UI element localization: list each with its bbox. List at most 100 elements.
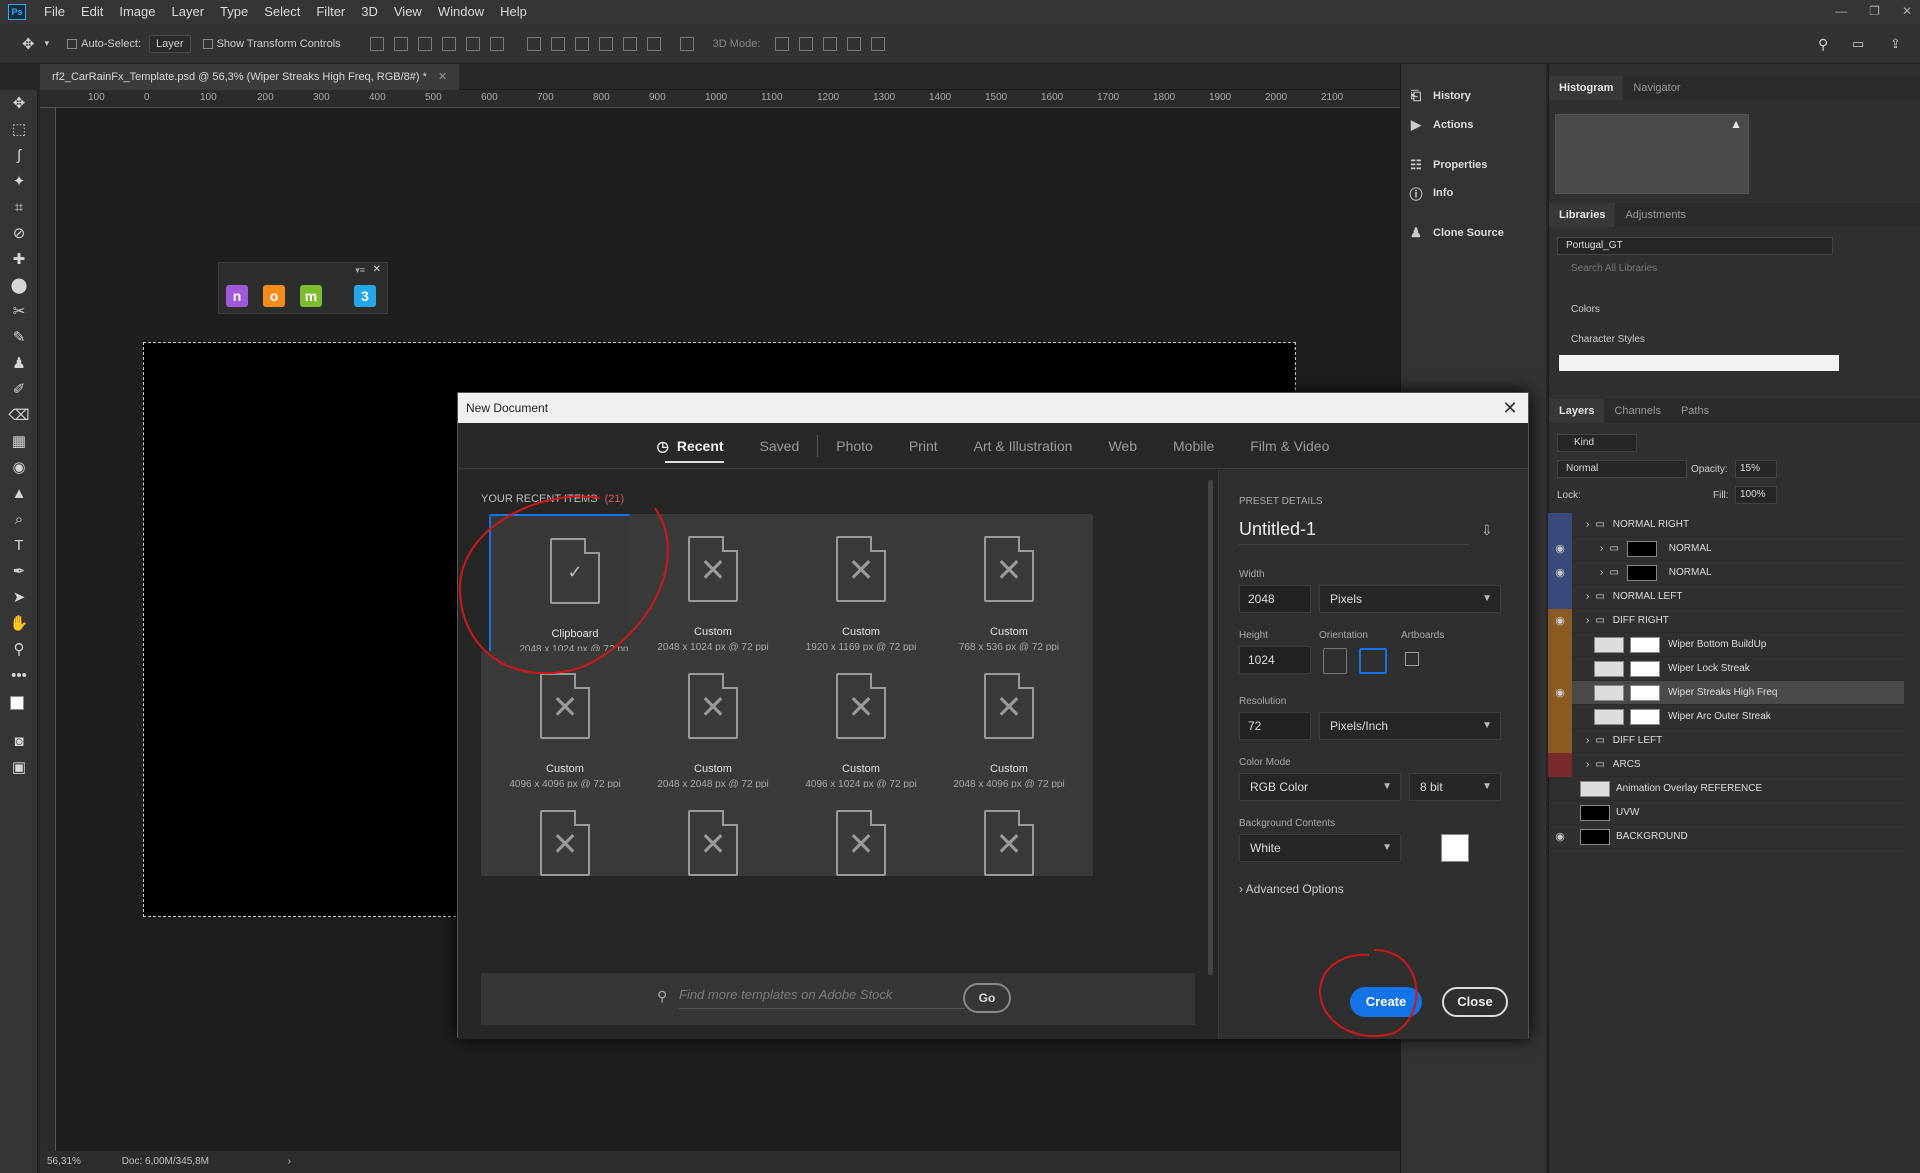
distribute-center-icon[interactable] bbox=[622, 36, 637, 51]
tab-web[interactable]: Web bbox=[1090, 423, 1155, 469]
tab-art-illustration[interactable]: Art & Illustration bbox=[956, 423, 1091, 469]
recent-preset-card[interactable]: ✕ bbox=[925, 788, 1093, 876]
distribute-middle-icon[interactable] bbox=[550, 36, 565, 51]
auto-select-dropdown[interactable]: Layer bbox=[149, 34, 191, 53]
auto-align-icon[interactable] bbox=[679, 36, 694, 51]
layer-row[interactable]: › ▭ ARCS bbox=[1548, 752, 1904, 777]
visibility-toggle[interactable] bbox=[1548, 704, 1572, 729]
close-tab-icon[interactable]: ✕ bbox=[438, 71, 447, 83]
plugin-button-m[interactable]: m bbox=[300, 285, 322, 307]
width-input[interactable]: 2048 bbox=[1239, 585, 1311, 613]
align-right-icon[interactable] bbox=[489, 36, 504, 51]
drag-3d-icon[interactable] bbox=[823, 36, 838, 51]
distribute-top-icon[interactable] bbox=[526, 36, 541, 51]
stock-search-input[interactable]: Find more templates on Adobe Stock bbox=[679, 987, 965, 1009]
layer-mask-thumbnail[interactable] bbox=[1630, 660, 1660, 677]
crop-tool-icon[interactable]: ⌗ bbox=[0, 194, 38, 220]
tab-print[interactable]: Print bbox=[891, 423, 956, 469]
distribute-bottom-icon[interactable] bbox=[574, 36, 589, 51]
menu-type[interactable]: Type bbox=[212, 0, 256, 24]
visibility-toggle[interactable] bbox=[1548, 801, 1572, 825]
eye-icon[interactable]: ◉ bbox=[1548, 825, 1572, 849]
marquee-tool-icon[interactable]: ⬚ bbox=[0, 116, 38, 142]
slice-tool-icon[interactable]: ✂ bbox=[0, 298, 38, 324]
tab-paths[interactable]: Paths bbox=[1671, 399, 1719, 423]
scale-3d-icon[interactable] bbox=[871, 36, 886, 51]
tab-film-video[interactable]: Film & Video bbox=[1232, 423, 1347, 469]
layer-row[interactable]: ◉ › ▭ DIFF RIGHT bbox=[1548, 608, 1904, 633]
sharpen-tool-icon[interactable]: ▲ bbox=[0, 480, 38, 506]
lasso-tool-icon[interactable]: ʃ bbox=[0, 142, 38, 168]
layer-mask-thumbnail[interactable] bbox=[1626, 564, 1657, 581]
patch-tool-icon[interactable]: ⬤ bbox=[0, 272, 38, 298]
layer-row[interactable]: Wiper Arc Outer Streak bbox=[1548, 704, 1904, 729]
dodge-tool-icon[interactable]: ⌕ bbox=[0, 506, 38, 532]
color-mode-select[interactable]: RGB Color ▼ bbox=[1239, 773, 1401, 801]
history-brush-tool-icon[interactable]: ✐ bbox=[0, 376, 38, 402]
panel-menu-icon[interactable]: ▾≡ bbox=[355, 265, 365, 276]
visibility-toggle[interactable] bbox=[1548, 777, 1572, 801]
library-select[interactable]: Portugal_GT bbox=[1557, 237, 1833, 255]
tab-recent[interactable]: ◷ Recent bbox=[639, 423, 742, 469]
tab-histogram[interactable]: Histogram bbox=[1549, 76, 1624, 100]
close-window-button[interactable]: ✕ bbox=[1902, 0, 1912, 22]
layer-row[interactable]: ◉ › ▭ NORMAL bbox=[1548, 536, 1904, 561]
chevron-right-icon[interactable]: › bbox=[1600, 567, 1603, 578]
menu-view[interactable]: View bbox=[386, 0, 430, 24]
opacity-input[interactable]: 15% bbox=[1735, 460, 1777, 478]
layer-mask-thumbnail[interactable] bbox=[1630, 684, 1660, 701]
share-icon[interactable]: ⇪ bbox=[1890, 36, 1901, 52]
foreground-color-swatch[interactable] bbox=[10, 696, 24, 710]
visibility-toggle[interactable] bbox=[1548, 752, 1572, 777]
distribute-left-icon[interactable] bbox=[598, 36, 613, 51]
align-left-icon[interactable] bbox=[441, 36, 456, 51]
colors-section[interactable]: Colors bbox=[1571, 304, 1600, 315]
align-top-icon[interactable] bbox=[369, 36, 384, 51]
tab-saved[interactable]: Saved bbox=[742, 423, 818, 469]
recent-preset-card[interactable]: ✕ bbox=[481, 788, 649, 876]
background-contents-select[interactable]: White ▼ bbox=[1239, 834, 1401, 862]
eraser-tool-icon[interactable]: ⌫ bbox=[0, 402, 38, 428]
tab-navigator[interactable]: Navigator bbox=[1623, 76, 1690, 100]
color-swatches[interactable] bbox=[0, 688, 37, 728]
blur-tool-icon[interactable]: ◉ bbox=[0, 454, 38, 480]
layer-row[interactable]: ◉ BACKGROUND bbox=[1548, 825, 1904, 849]
type-tool-icon[interactable]: T bbox=[0, 532, 38, 558]
chevron-right-icon[interactable]: › bbox=[1586, 735, 1589, 746]
screen-mode-icon[interactable]: ▣ bbox=[0, 754, 38, 780]
layer-thumbnail[interactable] bbox=[1594, 660, 1624, 677]
menu-filter[interactable]: Filter bbox=[308, 0, 353, 24]
workspace-icon[interactable]: ▭ bbox=[1852, 36, 1864, 52]
recent-preset-card[interactable]: ✕ Custom 1920 x 1169 px @ 72 ppi bbox=[777, 514, 945, 667]
tab-adjustments[interactable]: Adjustments bbox=[1615, 203, 1696, 227]
close-icon[interactable]: ✕ bbox=[373, 264, 381, 275]
menu-image[interactable]: Image bbox=[111, 0, 163, 24]
tab-libraries[interactable]: Libraries bbox=[1549, 203, 1616, 227]
align-center-icon[interactable] bbox=[465, 36, 480, 51]
save-preset-icon[interactable]: ⇩ bbox=[1481, 522, 1493, 539]
zoom-tool-icon[interactable]: ⚲ bbox=[0, 636, 38, 662]
layer-thumbnail[interactable] bbox=[1580, 780, 1610, 797]
zoom-level[interactable]: 56,31% bbox=[47, 1156, 81, 1167]
auto-select-checkbox[interactable] bbox=[67, 38, 78, 49]
menu-select[interactable]: Select bbox=[256, 0, 308, 24]
orbit-3d-icon[interactable] bbox=[775, 36, 790, 51]
actions-panel-button[interactable]: ▶ Actions bbox=[1409, 117, 1473, 132]
tab-mobile[interactable]: Mobile bbox=[1155, 423, 1232, 469]
eyedropper-tool-icon[interactable]: ⊘ bbox=[0, 220, 38, 246]
resolution-input[interactable]: 72 bbox=[1239, 712, 1311, 740]
tab-channels[interactable]: Channels bbox=[1604, 399, 1670, 423]
close-button[interactable]: Close bbox=[1442, 987, 1508, 1017]
more-tools-icon[interactable]: ••• bbox=[0, 662, 38, 688]
document-name-input[interactable]: Untitled-1 bbox=[1239, 519, 1469, 545]
layer-row[interactable]: › ▭ DIFF LEFT bbox=[1548, 728, 1904, 753]
chevron-right-icon[interactable]: › bbox=[1586, 591, 1589, 602]
layer-row[interactable]: Wiper Bottom BuildUp bbox=[1548, 632, 1904, 657]
menu-help[interactable]: Help bbox=[492, 0, 535, 24]
clone-source-panel-button[interactable]: ♟ Clone Source bbox=[1409, 225, 1504, 240]
layer-thumbnail[interactable] bbox=[1594, 708, 1624, 725]
menu-file[interactable]: File bbox=[36, 0, 73, 24]
menu-layer[interactable]: Layer bbox=[164, 0, 213, 24]
properties-panel-button[interactable]: ☷ Properties bbox=[1409, 157, 1487, 172]
layer-row[interactable]: ◉ Wiper Streaks High Freq bbox=[1548, 680, 1904, 705]
